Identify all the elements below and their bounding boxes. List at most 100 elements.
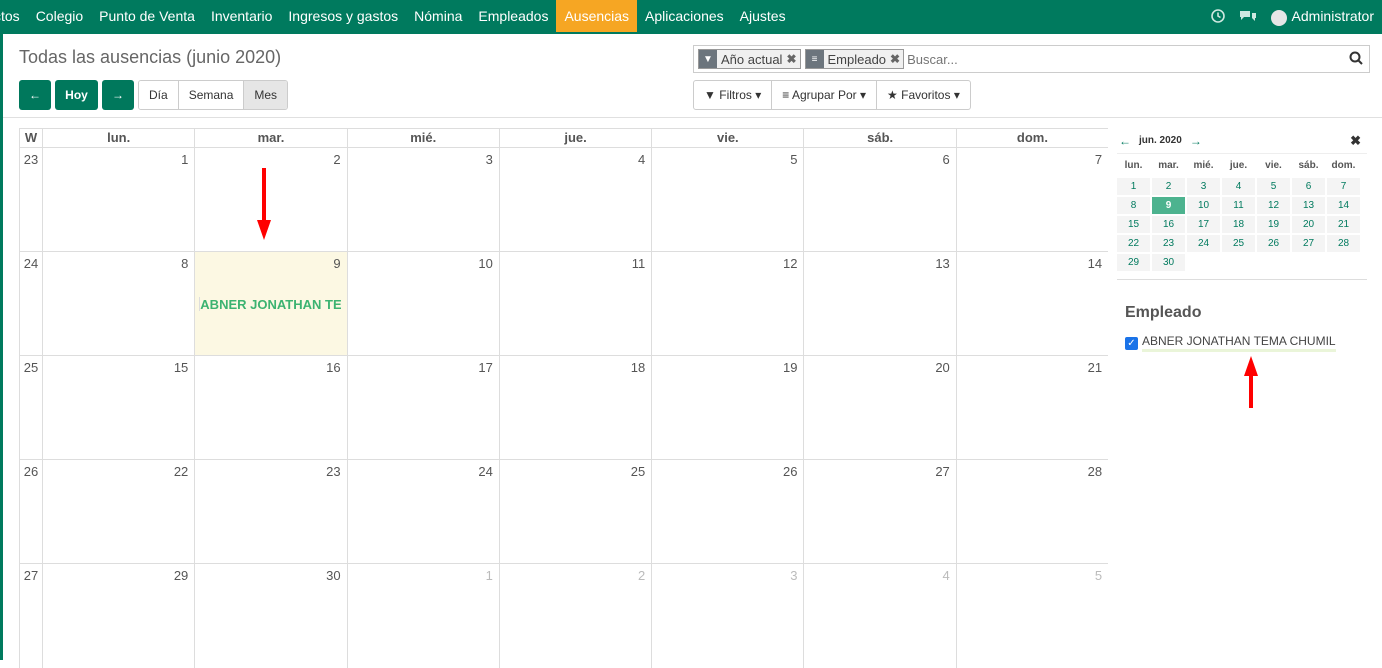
- day-cell[interactable]: 26: [651, 460, 803, 563]
- day-cell[interactable]: 3: [346, 148, 499, 251]
- scale-month-button[interactable]: Mes: [244, 81, 288, 109]
- search-icon[interactable]: [1349, 51, 1369, 68]
- mini-day[interactable]: 4: [1222, 178, 1255, 195]
- user-menu[interactable]: Administrator: [1270, 8, 1374, 26]
- day-cell[interactable]: 27: [803, 460, 955, 563]
- favorites-dropdown[interactable]: ★ Favoritos ▾: [877, 81, 970, 109]
- close-icon[interactable]: ✖: [1350, 133, 1361, 149]
- day-cell-other-month[interactable]: 2: [498, 564, 651, 668]
- day-cell-other-month[interactable]: 5: [955, 564, 1108, 668]
- mini-day[interactable]: 25: [1222, 235, 1255, 252]
- day-cell[interactable]: 4: [498, 148, 651, 251]
- mini-day[interactable]: 6: [1292, 178, 1325, 195]
- week-number: 23: [19, 148, 42, 251]
- mini-day[interactable]: 16: [1152, 216, 1185, 233]
- mini-day[interactable]: 17: [1187, 216, 1220, 233]
- prev-button[interactable]: ←: [19, 80, 51, 110]
- filters-dropdown[interactable]: ▼ Filtros ▾: [694, 81, 773, 109]
- chat-icon[interactable]: [1239, 9, 1257, 26]
- day-cell[interactable]: 13: [803, 252, 955, 355]
- mini-day[interactable]: 23: [1152, 235, 1185, 252]
- employee-filter-item[interactable]: ✓ ABNER JONATHAN TEMA CHUMIL: [1125, 334, 1367, 352]
- mini-day[interactable]: 21: [1327, 216, 1360, 233]
- mini-day[interactable]: 26: [1257, 235, 1290, 252]
- mini-day[interactable]: 3: [1187, 178, 1220, 195]
- mini-day[interactable]: 11: [1222, 197, 1255, 214]
- mini-day-selected[interactable]: 9: [1152, 197, 1185, 214]
- mini-day[interactable]: 10: [1187, 197, 1220, 214]
- scale-week-button[interactable]: Semana: [178, 81, 245, 109]
- mini-next-icon[interactable]: →: [1188, 134, 1204, 148]
- facet-value: Empleado: [827, 51, 887, 67]
- mini-day[interactable]: 12: [1257, 197, 1290, 214]
- arrow-shaft: [262, 168, 266, 222]
- remove-facet-icon[interactable]: ✖: [890, 52, 903, 66]
- menu-item-ausencias[interactable]: Ausencias: [556, 0, 638, 32]
- mini-day[interactable]: 30: [1152, 254, 1185, 271]
- mini-prev-icon[interactable]: ←: [1117, 134, 1133, 148]
- search-input[interactable]: [907, 51, 1349, 67]
- day-cell-other-month[interactable]: 3: [651, 564, 803, 668]
- day-cell[interactable]: 7: [955, 148, 1108, 251]
- mini-day[interactable]: 8: [1117, 197, 1150, 214]
- day-cell[interactable]: 6: [803, 148, 955, 251]
- mini-day[interactable]: 5: [1257, 178, 1290, 195]
- groupby-dropdown[interactable]: ≡ Agrupar Por ▾: [772, 81, 878, 109]
- day-cell[interactable]: 18: [498, 356, 651, 459]
- day-cell[interactable]: 5: [651, 148, 803, 251]
- day-cell[interactable]: 1: [42, 148, 194, 251]
- day-cell[interactable]: 10: [346, 252, 499, 355]
- menu-item-aplicaciones[interactable]: Aplicaciones: [637, 0, 732, 32]
- menu-item-ajustes[interactable]: Ajustes: [732, 0, 794, 32]
- day-cell-other-month[interactable]: 4: [803, 564, 955, 668]
- mini-day[interactable]: 22: [1117, 235, 1150, 252]
- day-cell[interactable]: 20: [803, 356, 955, 459]
- checkbox-checked-icon[interactable]: ✓: [1125, 336, 1138, 350]
- day-cell[interactable]: 11: [498, 252, 651, 355]
- menu-item-nomina[interactable]: Nómina: [406, 0, 470, 32]
- menu-item-empleados[interactable]: Empleados: [470, 0, 556, 32]
- day-cell[interactable]: 28: [955, 460, 1108, 563]
- mini-day[interactable]: 14: [1327, 197, 1360, 214]
- day-cell-today[interactable]: 9 ABNER JONATHAN TEMA C: [194, 252, 347, 355]
- day-cell[interactable]: 22: [42, 460, 194, 563]
- mini-day[interactable]: 13: [1292, 197, 1325, 214]
- day-cell[interactable]: 29: [42, 564, 194, 668]
- mini-day-header: vie.: [1257, 156, 1290, 176]
- day-cell[interactable]: 12: [651, 252, 803, 355]
- mini-day[interactable]: 24: [1187, 235, 1220, 252]
- menu-item-punto-de-venta[interactable]: Punto de Venta: [91, 0, 203, 32]
- mini-day[interactable]: 19: [1257, 216, 1290, 233]
- mini-day[interactable]: 29: [1117, 254, 1150, 271]
- day-cell[interactable]: 14: [955, 252, 1108, 355]
- scale-day-button[interactable]: Día: [139, 81, 179, 109]
- day-cell[interactable]: 8: [42, 252, 194, 355]
- day-cell[interactable]: 24: [346, 460, 499, 563]
- day-cell[interactable]: 23: [194, 460, 346, 563]
- day-cell[interactable]: 17: [346, 356, 499, 459]
- day-cell[interactable]: 30: [194, 564, 346, 668]
- remove-facet-icon[interactable]: ✖: [786, 52, 799, 66]
- mini-day[interactable]: 15: [1117, 216, 1150, 233]
- today-button[interactable]: Hoy: [55, 80, 98, 110]
- menu-item-ctos[interactable]: ctos: [0, 0, 28, 32]
- day-cell-other-month[interactable]: 1: [346, 564, 499, 668]
- day-cell[interactable]: 21: [955, 356, 1108, 459]
- day-cell[interactable]: 19: [651, 356, 803, 459]
- mini-day[interactable]: 28: [1327, 235, 1360, 252]
- menu-item-ingresos-y-gastos[interactable]: Ingresos y gastos: [280, 0, 406, 32]
- day-cell[interactable]: 15: [42, 356, 194, 459]
- mini-day[interactable]: 1: [1117, 178, 1150, 195]
- clock-icon[interactable]: [1210, 8, 1225, 26]
- calendar-event[interactable]: ABNER JONATHAN TEMA C: [199, 297, 341, 311]
- menu-item-colegio[interactable]: Colegio: [28, 0, 91, 32]
- mini-day[interactable]: 7: [1327, 178, 1360, 195]
- mini-day[interactable]: 27: [1292, 235, 1325, 252]
- mini-day[interactable]: 20: [1292, 216, 1325, 233]
- next-button[interactable]: →: [102, 80, 134, 110]
- day-cell[interactable]: 16: [194, 356, 346, 459]
- mini-day[interactable]: 2: [1152, 178, 1185, 195]
- day-cell[interactable]: 25: [498, 460, 651, 563]
- mini-day[interactable]: 18: [1222, 216, 1255, 233]
- menu-item-inventario[interactable]: Inventario: [203, 0, 280, 32]
